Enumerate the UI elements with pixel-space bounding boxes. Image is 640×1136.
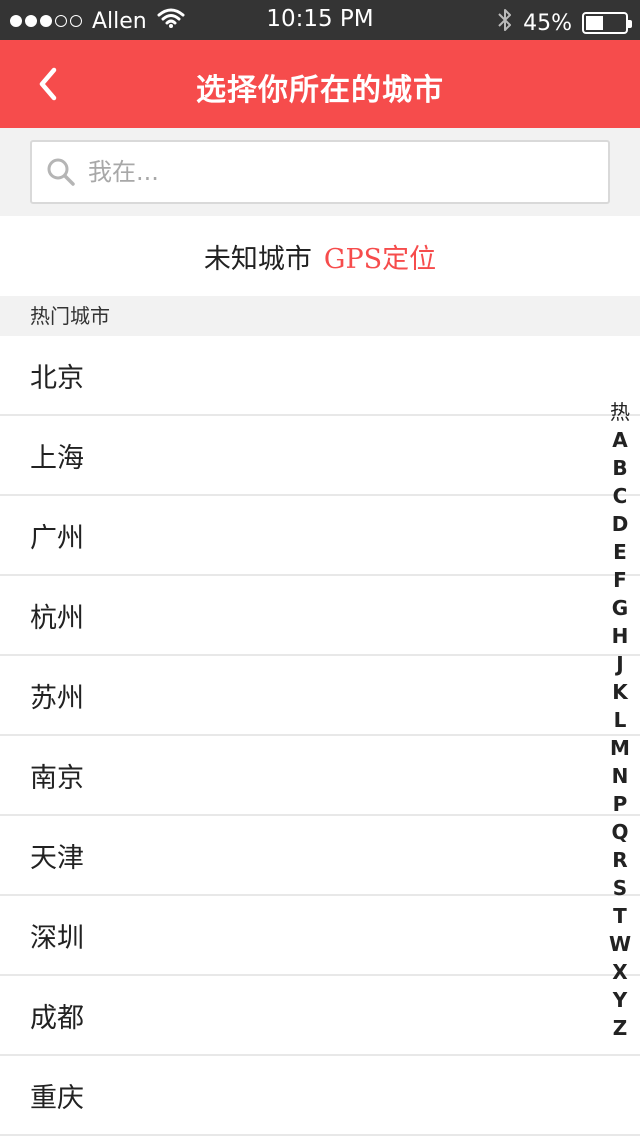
city-item[interactable]: 天津: [0, 816, 640, 896]
search-area: [0, 128, 640, 216]
city-list: 北京 上海 广州 杭州 苏州 南京 天津 深圳 成都 重庆: [0, 336, 640, 1136]
city-item[interactable]: 南京: [0, 736, 640, 816]
index-letter[interactable]: Q: [611, 818, 628, 846]
status-right: 45%: [497, 7, 632, 39]
index-letter[interactable]: D: [612, 510, 629, 538]
bluetooth-icon: [497, 7, 513, 39]
index-letter[interactable]: P: [613, 790, 628, 818]
index-letter[interactable]: A: [612, 426, 627, 454]
battery-tip: [628, 20, 632, 28]
index-letter[interactable]: F: [613, 566, 627, 594]
alphabet-index-bar[interactable]: 热ABCDEFGHJKLMNPQRSTWXYZ: [604, 398, 636, 1042]
index-letter[interactable]: B: [612, 454, 627, 482]
current-city-label: 未知城市: [203, 243, 312, 275]
gps-locate-button[interactable]: GPS定位: [324, 237, 436, 276]
search-input[interactable]: [88, 152, 608, 192]
index-letter[interactable]: Z: [613, 1014, 628, 1042]
index-letter[interactable]: M: [610, 734, 630, 762]
city-item[interactable]: 深圳: [0, 896, 640, 976]
index-letter[interactable]: R: [612, 846, 627, 874]
index-letter[interactable]: T: [613, 902, 627, 930]
index-letter[interactable]: K: [612, 678, 628, 706]
index-letter[interactable]: G: [612, 594, 628, 622]
nav-bar: 选择你所在的城市: [0, 40, 640, 128]
index-letter[interactable]: J: [616, 650, 623, 678]
city-item[interactable]: 重庆: [0, 1056, 640, 1136]
index-letter[interactable]: X: [612, 958, 627, 986]
index-letter[interactable]: W: [609, 930, 631, 958]
hot-cities-header: 热门城市: [0, 296, 640, 336]
battery-percent: 45%: [523, 10, 572, 36]
index-letter[interactable]: E: [613, 538, 627, 566]
index-letter[interactable]: Y: [613, 986, 627, 1014]
index-letter[interactable]: 热: [610, 398, 630, 426]
city-item[interactable]: 上海: [0, 416, 640, 496]
index-letter[interactable]: C: [613, 482, 628, 510]
index-letter[interactable]: H: [612, 622, 629, 650]
battery-icon: [582, 12, 632, 34]
index-letter[interactable]: S: [613, 874, 627, 902]
city-item[interactable]: 杭州: [0, 576, 640, 656]
page-title: 选择你所在的城市: [196, 73, 444, 108]
index-letter[interactable]: N: [612, 762, 629, 790]
status-bar: Allen 10:15 PM 45%: [0, 0, 640, 40]
city-item[interactable]: 北京: [0, 336, 640, 416]
battery-level: [586, 16, 604, 30]
search-box[interactable]: [30, 140, 610, 204]
location-row: 未知城市 GPS定位: [0, 216, 640, 296]
city-item[interactable]: 广州: [0, 496, 640, 576]
city-item[interactable]: 成都: [0, 976, 640, 1056]
city-item[interactable]: 苏州: [0, 656, 640, 736]
index-letter[interactable]: L: [614, 706, 627, 734]
search-icon: [47, 158, 75, 186]
